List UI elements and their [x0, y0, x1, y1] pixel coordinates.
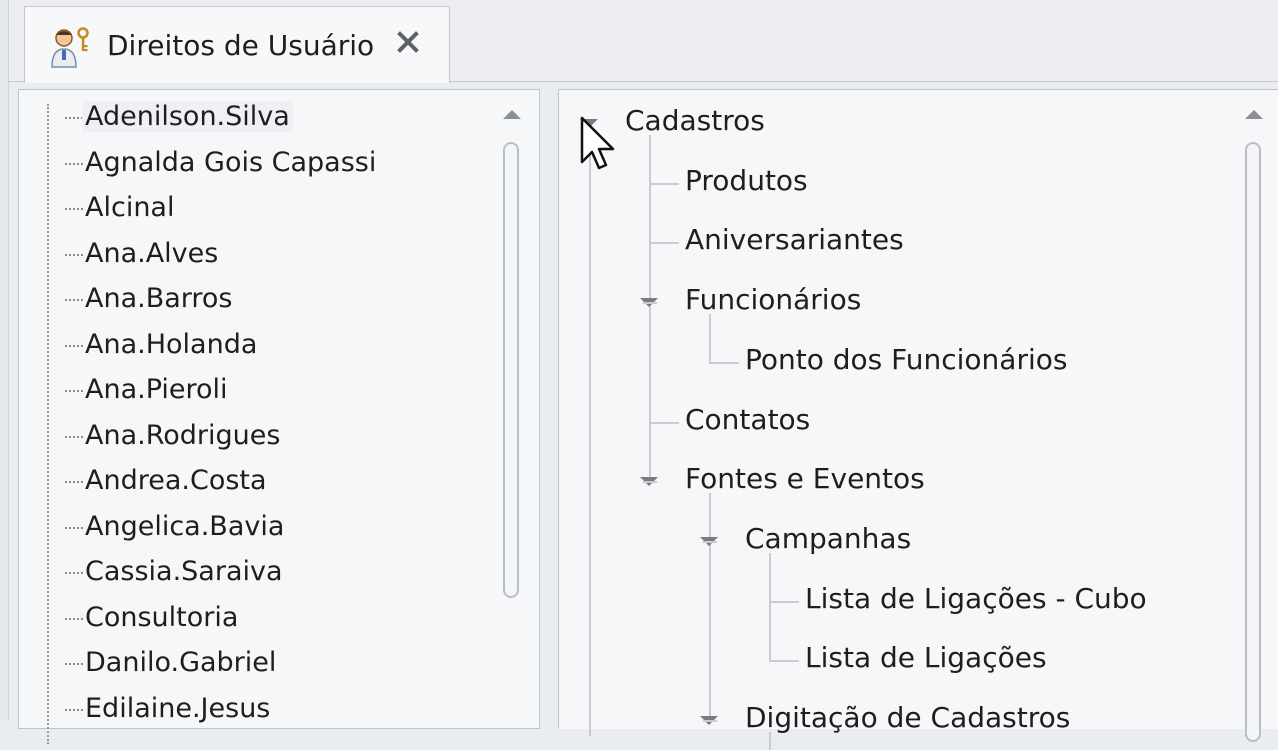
user-list: Adenilson.Silva Agnalda Gois Capassi Alcin… [19, 90, 509, 744]
user-name: Alcinal [85, 192, 175, 223]
user-name: Consultoria [85, 601, 239, 633]
user-list-item[interactable]: Ana.Alves [65, 234, 509, 274]
scroll-thumb[interactable] [503, 142, 519, 598]
tree-connector [643, 302, 657, 305]
tree-connector [709, 493, 711, 720]
scroll-up-arrow-icon[interactable] [1245, 110, 1263, 119]
user-list-item[interactable]: Ana.Barros [65, 279, 509, 319]
tree-connector [769, 660, 799, 663]
user-list-item[interactable]: Adenilson.Silva [65, 97, 509, 137]
user-list-item[interactable]: Ana.Rodrigues [65, 416, 509, 456]
tree-connector [65, 344, 83, 347]
tree-connector [65, 526, 83, 529]
user-name: Cassia.Saraiva [85, 556, 283, 587]
tree-connector [65, 617, 83, 620]
user-list-item[interactable]: Angelica.Bavia [65, 507, 509, 547]
user-name: Ana.Alves [85, 237, 219, 269]
user-list-item[interactable]: Danilo.Gabriel [65, 643, 509, 683]
tree-node-label: Contatos [685, 402, 811, 436]
user-list-panel: Adenilson.Silva Agnalda Gois Capassi Alcin… [18, 89, 540, 744]
user-key-icon [51, 27, 89, 68]
tree-connector [65, 481, 83, 483]
tree-connector [769, 600, 799, 603]
tree-node-label: Lista de Ligações - Cubo [805, 581, 1147, 615]
tree-connector [769, 732, 771, 750]
tab-direitos-de-usuario[interactable]: Direitos de Usuário [24, 6, 450, 83]
user-list-connector [47, 104, 49, 744]
user-list-item[interactable]: Cassia.Saraiva [65, 552, 509, 592]
tree-connector [65, 390, 83, 392]
tree-node-label: Produtos [685, 163, 808, 197]
tree-connector [649, 182, 679, 185]
tree-connector [589, 136, 591, 736]
user-list-item[interactable]: Ana.Holanda [65, 325, 509, 365]
user-list-item[interactable]: Agnalda Gois Capassi [65, 143, 509, 183]
user-name: Ana.Pieroli [85, 374, 228, 405]
user-list-item[interactable]: Ana.Pieroli [65, 370, 509, 410]
user-list-item[interactable]: Consultoria [65, 598, 509, 638]
user-list-item[interactable]: Edilaine.Jesus [65, 689, 509, 729]
user-name: Agnalda Gois Capassi [85, 146, 377, 178]
user-name: Ana.Holanda [85, 328, 258, 360]
tree-connector [65, 117, 83, 119]
tree-connector [709, 314, 711, 362]
mouse-cursor-icon [580, 116, 615, 170]
tree-node-label: Ponto dos Funcionários [745, 342, 1068, 376]
scroll-up-arrow-icon[interactable] [503, 110, 521, 119]
tree-connector [643, 481, 657, 484]
scroll-thumb[interactable] [1245, 142, 1261, 742]
user-list-item[interactable]: Andrea.Costa [65, 461, 509, 501]
tree-connector [65, 208, 83, 210]
user-name: Angelica.Bavia [85, 510, 285, 542]
tree-connector [65, 572, 83, 574]
tree-connector [65, 435, 83, 438]
close-icon[interactable] [393, 27, 423, 57]
tree-node-label: Cadastros [625, 104, 765, 137]
tree-connector [65, 708, 83, 711]
user-name: Andrea.Costa [85, 465, 267, 496]
tree-node-label: Campanhas [745, 521, 912, 555]
window-left-edge [0, 0, 9, 720]
tree-node-label: Digitação de Cadastros [745, 701, 1071, 734]
tree-connector [649, 421, 679, 424]
tab-title: Direitos de Usuário [107, 29, 375, 62]
tree-node-label: Aniversariantes [685, 223, 904, 257]
permissions-tree-panel: Cadastros Produtos Aniversariantes Funcioná… [558, 89, 1278, 750]
tree-connector [649, 135, 651, 482]
user-list-item[interactable]: Alcinal [65, 188, 509, 228]
tree-connector [65, 162, 83, 165]
user-list-scrollbar[interactable] [497, 102, 531, 722]
tree-connector [709, 361, 739, 364]
tree-connector [703, 720, 717, 722]
tree-node-label: Fontes e Eventos [685, 462, 925, 496]
tree-connector [703, 540, 717, 543]
user-name: Edilaine.Jesus [85, 692, 271, 724]
user-name: Adenilson.Silva [82, 101, 293, 132]
user-name: Ana.Barros [85, 283, 233, 314]
user-name: Ana.Rodrigues [85, 419, 281, 451]
user-name: Danilo.Gabriel [85, 647, 277, 678]
tree-node-label: Lista de Ligações [805, 641, 1047, 675]
tree-node-label: Funcionários [685, 283, 862, 317]
tree-connector [65, 253, 83, 256]
tree-connector [769, 552, 771, 661]
tree-connector [65, 299, 83, 301]
tree-connector [649, 242, 679, 245]
tree-scrollbar[interactable] [1239, 102, 1273, 742]
tree-connector [65, 663, 83, 665]
